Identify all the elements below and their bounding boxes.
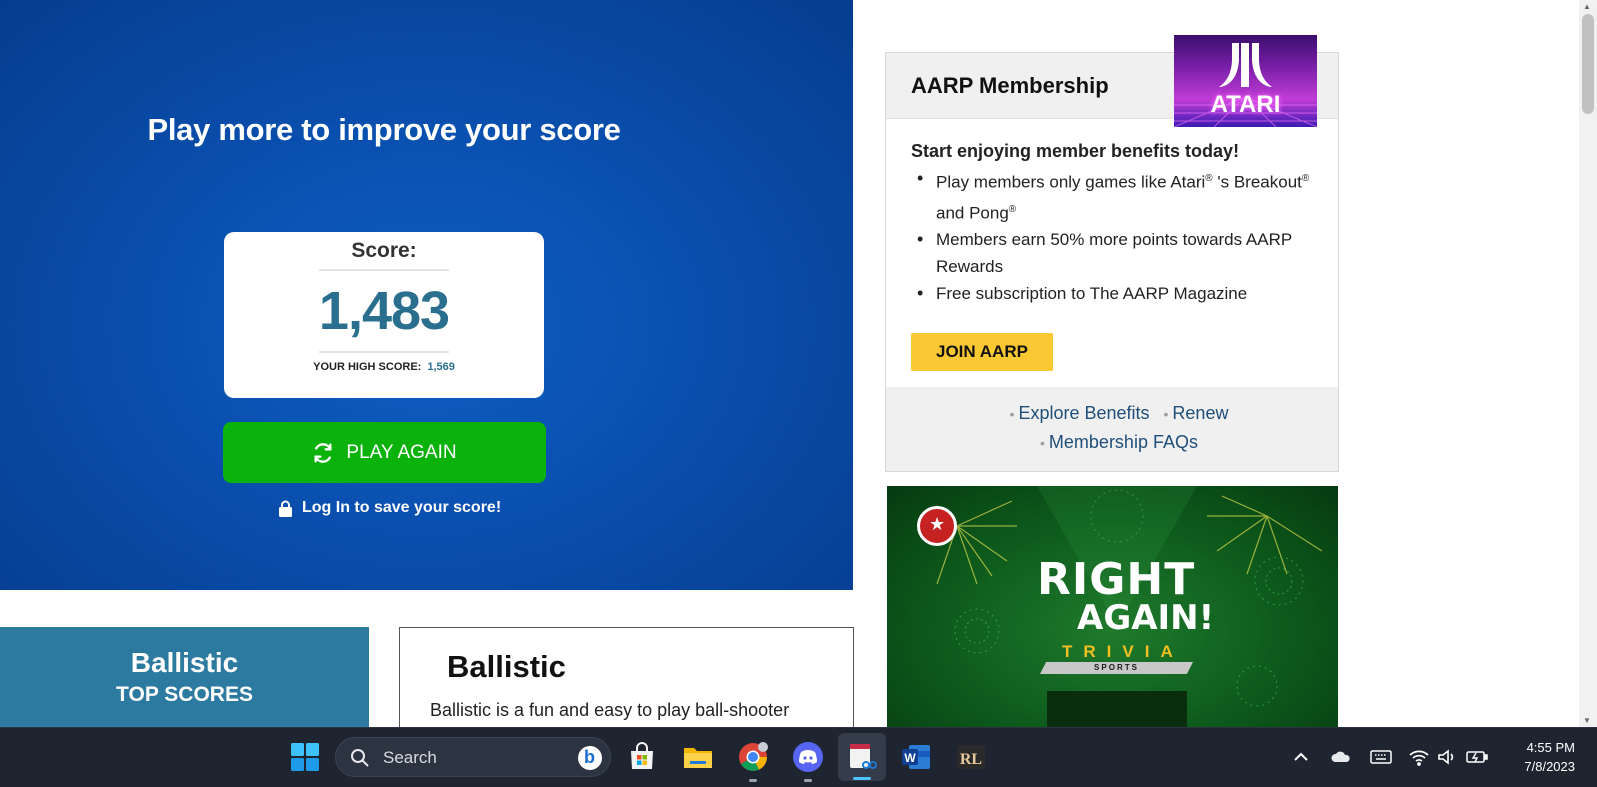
discord-icon[interactable]: [792, 741, 824, 782]
renew-link[interactable]: Renew: [1172, 403, 1228, 423]
game-headline: Play more to improve your score: [147, 112, 621, 147]
benefit-item: Free subscription to The AARP Magazine: [911, 280, 1326, 307]
ad-trivia-text: TRIVIA: [1062, 642, 1184, 661]
clock-date: 7/8/2023: [1524, 759, 1575, 774]
bullet-dot: •: [1163, 406, 1169, 422]
taskbar-clock[interactable]: 4:55 PM 7/8/2023: [1524, 738, 1575, 776]
login-save-link[interactable]: Log In to save your score!: [278, 499, 501, 517]
taskbar-search-box[interactable]: Search: [335, 737, 611, 777]
bullet-dot: •: [1009, 406, 1015, 422]
high-score-line: YOUR HIGH SCORE: 1,569: [224, 361, 544, 373]
lock-icon: [279, 500, 292, 517]
app-running-indicator: [804, 779, 812, 782]
high-score-label: YOUR HIGH SCORE:: [313, 361, 422, 373]
right-again-trivia-ad[interactable]: RIGHT AGAIN! TRIVIA SPORTS: [887, 486, 1338, 727]
word-icon[interactable]: W: [900, 741, 932, 773]
ad-title-again: AGAIN!: [1077, 598, 1215, 638]
windows-taskbar: Search b W RL 4:55 PM 7/8/2023: [0, 727, 1597, 787]
svg-text:RL: RL: [960, 751, 982, 768]
aarp-lead-text: Start enjoying member benefits today!: [911, 141, 1240, 161]
bullet-dot: •: [1040, 435, 1045, 451]
windows-start-icon[interactable]: [290, 742, 320, 772]
score-label: Score:: [351, 239, 417, 262]
top-scores-panel: Ballistic TOP SCORES: [0, 627, 369, 727]
membership-faqs-link[interactable]: Membership FAQs: [1049, 432, 1198, 452]
top-scores-title: Ballistic: [130, 647, 239, 678]
chevron-up-icon[interactable]: [1290, 747, 1312, 767]
file-explorer-icon[interactable]: [682, 741, 714, 773]
play-again-label: PLAY AGAIN: [346, 441, 457, 463]
search-icon: [351, 749, 369, 767]
app-running-indicator: [749, 779, 757, 782]
chrome-icon[interactable]: [737, 741, 769, 782]
svg-text:W: W: [904, 751, 916, 765]
aarp-card-header: AARP Membership ATARI: [886, 35, 1338, 127]
star-badge-icon: [917, 506, 957, 546]
search-placeholder: Search: [383, 748, 437, 767]
bing-icon[interactable]: [578, 746, 602, 770]
benefit-item: Play members only games like Atari® 's B…: [911, 165, 1326, 226]
ad-podium-shape: [1047, 691, 1187, 727]
play-again-button[interactable]: PLAY AGAIN: [223, 422, 546, 483]
score-divider-bottom: [319, 351, 449, 353]
explore-benefits-link[interactable]: Explore Benefits: [1018, 403, 1149, 423]
microsoft-store-icon[interactable]: [626, 741, 658, 773]
description-title: Ballistic: [447, 649, 566, 684]
game-panel: Play more to improve your score Score: 1…: [0, 0, 853, 590]
aarp-card-title: AARP Membership: [911, 73, 1109, 98]
browser-viewport: Play more to improve your score Score: 1…: [0, 0, 1597, 727]
aarp-links: • Explore Benefits • Renew • Membership FAQs: [886, 387, 1338, 471]
high-score-value: 1,569: [427, 361, 455, 373]
wifi-icon[interactable]: [1408, 747, 1430, 767]
description-text: Ballistic is a fun and easy to play ball…: [430, 700, 790, 720]
battery-charging-icon[interactable]: [1466, 747, 1488, 767]
keyboard-icon[interactable]: [1370, 747, 1392, 767]
aarp-card-body: Start enjoying member benefits today! Pl…: [886, 119, 1338, 372]
rl-app-icon[interactable]: RL: [955, 741, 987, 773]
onedrive-cloud-icon[interactable]: [1330, 747, 1352, 767]
app-active-indicator: [853, 777, 871, 780]
scroll-thumb[interactable]: [1582, 14, 1594, 114]
refresh-icon: [314, 442, 332, 463]
top-scores-subtitle: TOP SCORES: [116, 683, 253, 706]
game-description-box: Ballistic Ballistic is a fun and easy to…: [399, 627, 854, 727]
page-scrollbar[interactable]: ▲ ▼: [1579, 0, 1597, 727]
join-aarp-button[interactable]: JOIN AARP: [911, 333, 1053, 372]
atari-logo-image: ATARI: [1174, 35, 1317, 127]
aarp-membership-card: AARP Membership ATARI Start enjoying mem…: [885, 35, 1339, 472]
ad-sports-banner: SPORTS: [1040, 662, 1193, 674]
score-card: Score: 1,483 YOUR HIGH SCORE: 1,569: [224, 232, 544, 398]
score-value: 1,483: [318, 281, 450, 341]
benefit-item: Members earn 50% more points towards AAR…: [911, 226, 1326, 280]
clock-time: 4:55 PM: [1526, 740, 1575, 755]
aarp-benefits-list: Play members only games like Atari® 's B…: [911, 165, 1338, 307]
scroll-down-arrow-icon[interactable]: ▼: [1583, 716, 1591, 725]
snipping-tool-icon[interactable]: [838, 733, 886, 781]
volume-icon[interactable]: [1436, 747, 1458, 767]
atari-logo-text: ATARI: [1210, 91, 1281, 118]
login-save-label: Log In to save your score!: [302, 499, 502, 516]
scroll-up-arrow-icon[interactable]: ▲: [1583, 2, 1591, 11]
